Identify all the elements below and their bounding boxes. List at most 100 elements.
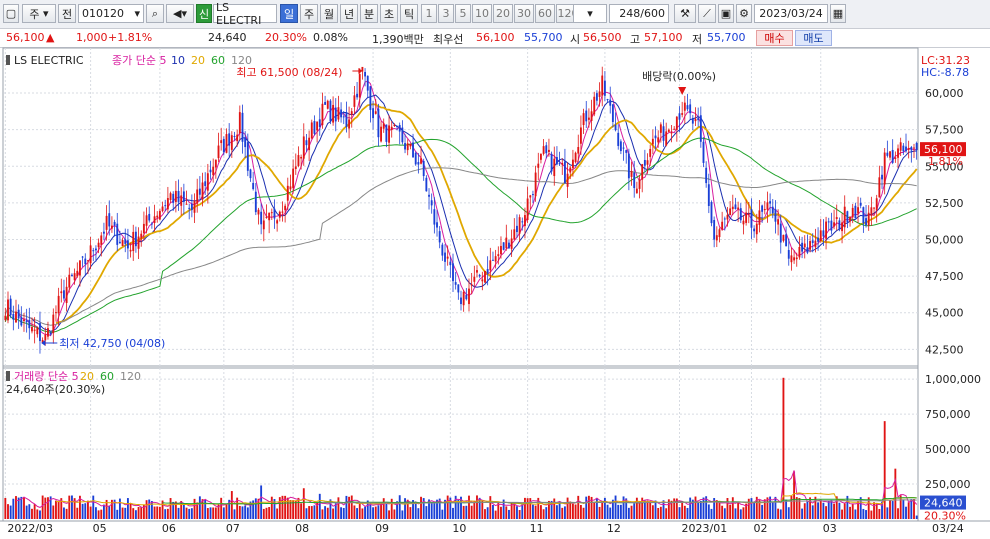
candle-body [108,213,111,227]
candle-body [305,140,308,146]
time-tick-label: 2022/03 [7,522,53,535]
candle-body [465,295,468,300]
candle-body [308,137,311,151]
candle-body [246,142,249,171]
candle-body [369,86,372,110]
volume-bar [883,421,886,519]
candle-body [209,169,212,173]
candle-body [761,205,764,212]
candle-body [300,156,303,159]
candle-body [414,152,417,165]
candle-body [348,119,351,129]
volume-bar [774,496,777,519]
volume-bar [801,508,804,519]
candle-body [902,145,905,152]
volume-bar [118,498,121,519]
volume-bar [587,495,590,519]
candle-body [457,284,460,293]
volume-current-label: 24,640주(20.30%) [6,383,105,396]
candle-body [270,212,273,214]
candle-body [236,134,239,142]
volume-bar [350,495,353,519]
candle-body [734,204,737,209]
volume-bar [609,507,612,519]
candle-body [148,213,151,221]
volume-bar [854,509,857,519]
candle-body [854,205,857,219]
volume-bar [915,515,918,519]
volume-bar [646,500,649,519]
candle-body [841,222,843,232]
volume-bar [182,504,185,519]
candle-body [182,191,185,202]
volume-bar [526,498,529,519]
candle-body [201,182,204,200]
candle-body [302,136,305,159]
candle-body [276,220,279,224]
candle-body [286,185,289,201]
volume-bar [686,507,689,519]
volume-bar [313,505,316,519]
volume-bar [220,497,223,519]
candle-body [542,146,545,154]
candle-body [729,208,732,216]
candle-body [470,284,473,286]
volume-bar [244,505,247,519]
volume-bar [833,503,835,519]
volume-bar [817,502,820,519]
candle-body [798,246,801,258]
candle-body [566,173,569,187]
candle-body [9,298,12,316]
volume-bar [33,504,36,519]
candle-body [611,104,614,122]
dividend-annotation: 배당락(0.00%) [642,70,716,83]
high-annotation: 최고 61,500 (08/24) [236,66,342,79]
volume-bar [542,509,545,519]
candle-body [497,254,500,257]
candle-body [118,241,121,244]
candle-body [545,145,548,154]
volume-bar [425,506,428,519]
candle-body [846,211,849,223]
volume-bar [190,508,193,519]
volume-bar [563,506,566,519]
candle-body [196,189,199,204]
volume-bar [31,508,33,519]
candle-body [356,93,359,98]
candle-body [689,104,692,114]
candle-body [345,112,348,128]
stock-chart[interactable]: 42,50045,00047,50050,00052,50055,00057,5… [0,0,990,539]
volume-bar [63,507,65,519]
volume-bar [84,503,87,519]
candle-body [230,135,233,150]
volume-bar [57,501,60,519]
candle-body [553,158,556,177]
candle-body [340,109,343,118]
candle-body [228,133,231,146]
candle-body [590,111,593,121]
candle-body [430,200,433,206]
volume-bar [585,496,588,519]
legend-ma-1: 10 [171,54,185,67]
candle-body [268,212,271,221]
volume-bar [822,502,825,519]
volume-bar [681,502,684,519]
candle-body [25,320,28,323]
candle-body [380,126,382,142]
volume-bar [324,506,327,519]
volume-bar [489,496,492,519]
volume-bar [68,495,71,519]
volume-bar [715,500,718,519]
candle-body [281,211,284,213]
volume-bar [124,507,127,519]
candle-body [587,117,590,120]
candle-body [476,270,478,273]
volume-bar [497,503,500,519]
candle-body [801,242,804,252]
time-tick-label: 06 [162,522,176,535]
candle-body [889,151,891,158]
volume-bar [561,507,564,519]
candle-body [132,231,135,252]
candle-body [534,172,537,197]
candle-body [822,230,825,237]
